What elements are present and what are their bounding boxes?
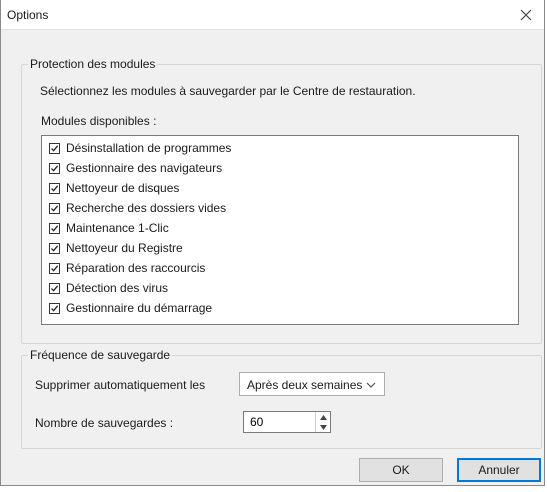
ok-button[interactable]: OK xyxy=(359,458,443,482)
module-item-registry-cleaner[interactable]: Nettoyeur du Registre xyxy=(49,239,183,257)
checkbox-checked-icon[interactable] xyxy=(49,142,60,154)
module-protection-legend: Protection des modules xyxy=(28,57,158,71)
module-item-one-click[interactable]: Maintenance 1-Clic xyxy=(49,219,169,237)
module-item-empty-folders[interactable]: Recherche des dossiers vides xyxy=(49,199,226,217)
available-modules-label: Modules disponibles : xyxy=(41,114,157,128)
chevron-down-icon xyxy=(366,379,376,393)
close-icon[interactable] xyxy=(512,2,540,28)
module-item-startup-manager[interactable]: Gestionnaire du démarrage xyxy=(49,299,212,317)
backup-count-input[interactable] xyxy=(244,412,314,432)
module-label: Gestionnaire du démarrage xyxy=(66,301,213,315)
module-label: Réparation des raccourcis xyxy=(66,261,206,275)
module-item-disk-cleaner[interactable]: Nettoyeur de disques xyxy=(49,179,179,197)
checkbox-checked-icon[interactable] xyxy=(49,222,60,234)
stepper-down-icon[interactable] xyxy=(316,422,330,432)
backup-count-label: Nombre de sauvegardes : xyxy=(35,416,174,430)
module-label: Nettoyeur du Registre xyxy=(66,241,183,255)
checkbox-checked-icon[interactable] xyxy=(49,262,60,274)
instruction-text: Sélectionnez les modules à sauvegarder p… xyxy=(40,84,416,98)
module-item-virus-detection[interactable]: Détection des virus xyxy=(49,279,168,297)
backup-frequency-group: Fréquence de sauvegarde xyxy=(21,348,542,449)
checkbox-checked-icon[interactable] xyxy=(49,282,60,294)
checkbox-checked-icon[interactable] xyxy=(49,162,60,174)
stepper-arrows xyxy=(315,412,330,432)
stepper-up-icon[interactable] xyxy=(316,412,330,422)
module-label: Détection des virus xyxy=(66,281,169,295)
modules-listbox[interactable]: Désinstallation de programmes Gestionnai… xyxy=(41,135,519,325)
auto-delete-value: Après deux semaines xyxy=(247,378,363,392)
module-item-uninstall[interactable]: Désinstallation de programmes xyxy=(49,139,231,157)
module-item-shortcuts[interactable]: Réparation des raccourcis xyxy=(49,259,205,277)
module-label: Nettoyeur de disques xyxy=(66,181,180,195)
window-title: Options xyxy=(7,8,49,22)
backup-count-stepper[interactable] xyxy=(243,411,331,433)
auto-delete-label: Supprimer automatiquement les xyxy=(35,378,206,392)
auto-delete-dropdown[interactable]: Après deux semaines xyxy=(239,372,385,396)
title-bar: Options xyxy=(1,0,544,30)
cancel-button[interactable]: Annuler xyxy=(457,458,541,482)
module-label: Gestionnaire des navigateurs xyxy=(66,161,223,175)
checkbox-checked-icon[interactable] xyxy=(49,202,60,214)
module-label: Maintenance 1-Clic xyxy=(66,221,169,235)
module-label: Désinstallation de programmes xyxy=(66,141,232,155)
checkbox-checked-icon[interactable] xyxy=(49,182,60,194)
checkbox-checked-icon[interactable] xyxy=(49,302,60,314)
module-label: Recherche des dossiers vides xyxy=(66,201,227,215)
checkbox-checked-icon[interactable] xyxy=(49,242,60,254)
options-dialog: Options Protection des modules Sélection… xyxy=(0,0,545,486)
module-item-browsers[interactable]: Gestionnaire des navigateurs xyxy=(49,159,222,177)
backup-frequency-legend: Fréquence de sauvegarde xyxy=(28,348,173,362)
